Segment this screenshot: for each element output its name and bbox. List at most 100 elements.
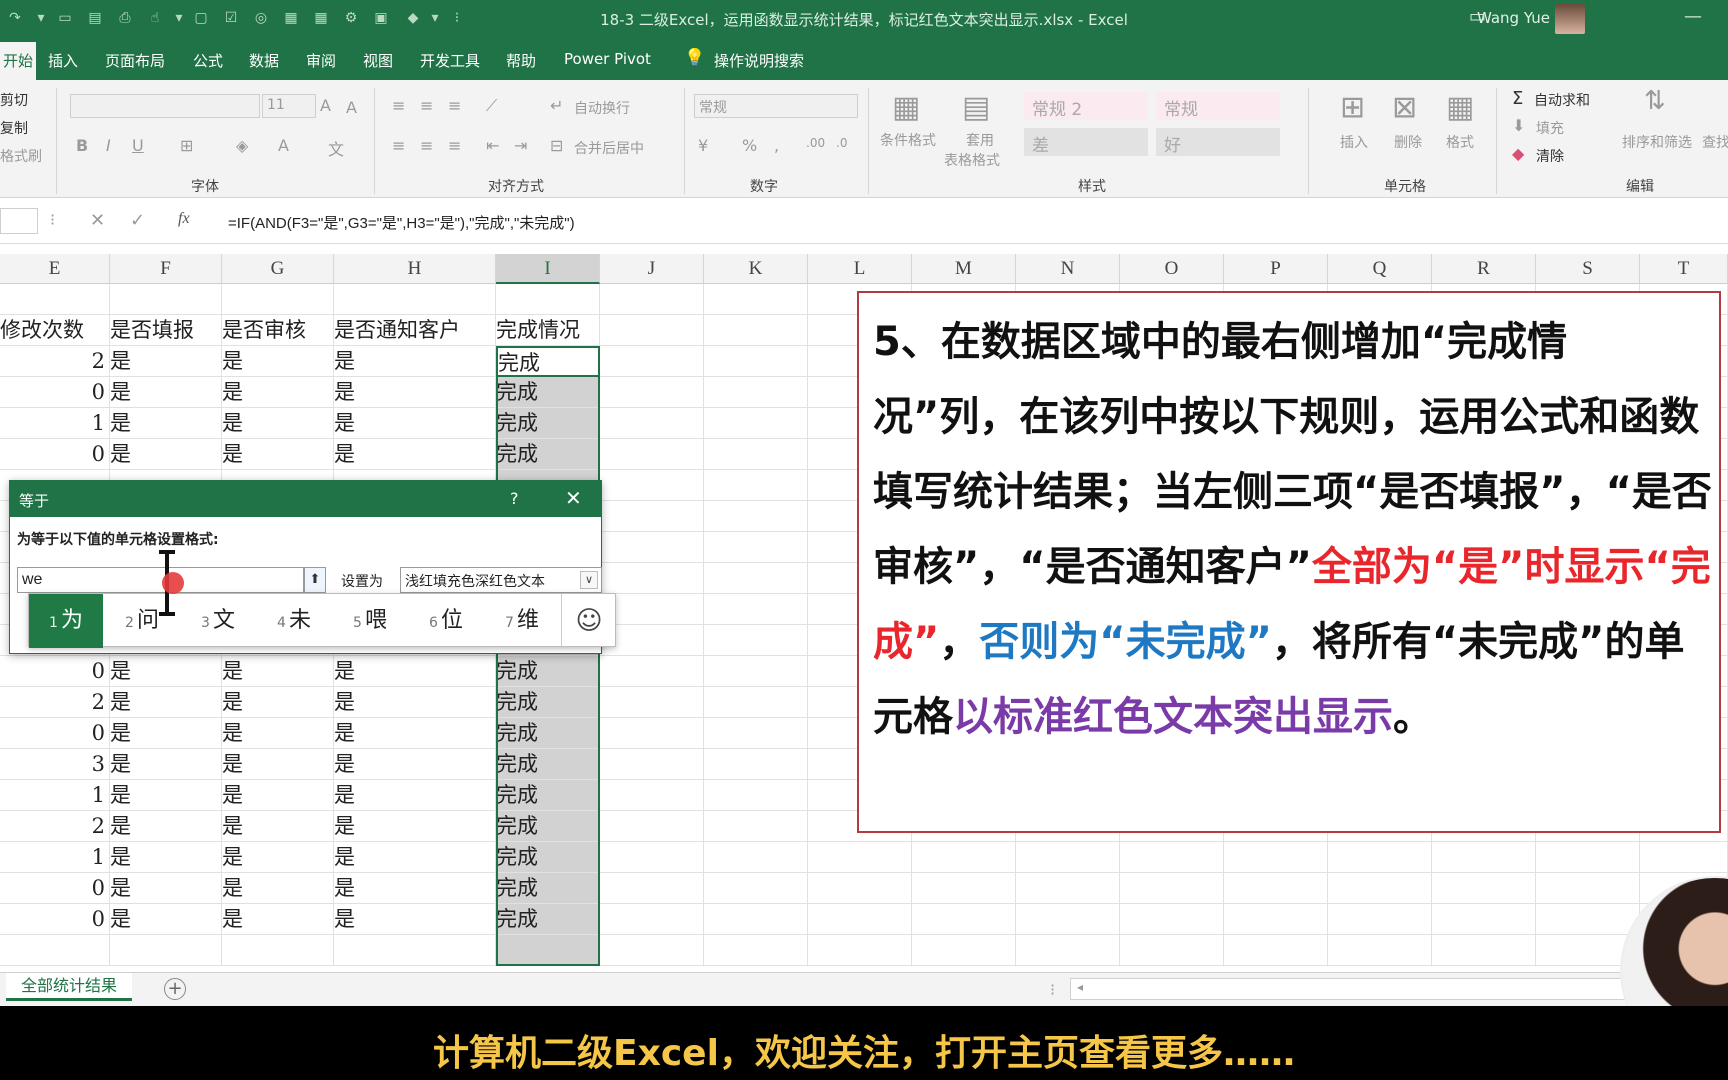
grid-cell[interactable] (1120, 935, 1224, 966)
table-cell-g[interactable]: 是 (222, 780, 334, 811)
grid-cell[interactable] (704, 656, 808, 687)
table-cell-i[interactable]: 完成 (496, 687, 600, 718)
column-header-i[interactable]: I (496, 254, 600, 284)
collapse-dialog-icon[interactable]: ⬆ (304, 567, 326, 593)
grid-cell[interactable] (704, 501, 808, 532)
grid-cell[interactable] (808, 842, 912, 873)
column-header-f[interactable]: F (110, 254, 222, 284)
grid-cell[interactable] (704, 594, 808, 625)
delete-cells-icon[interactable]: ⊠ (1392, 90, 1417, 125)
ribbon-display-icon[interactable]: ▭ (1469, 6, 1486, 27)
table-cell-f[interactable]: 是 (110, 780, 222, 811)
table-cell-g[interactable]: 是 (222, 811, 334, 842)
format-cells-icon[interactable]: ▦ (1446, 90, 1474, 125)
table-cell-e[interactable]: 2 (0, 811, 110, 842)
add-sheet-icon[interactable]: + (164, 978, 186, 1000)
table-cell-f[interactable]: 是 (110, 873, 222, 904)
tab-power-pivot[interactable]: Power Pivot (564, 50, 651, 68)
table-cell-i[interactable]: 完成 (496, 439, 600, 470)
grid-cell[interactable] (1224, 842, 1328, 873)
ime-candidate[interactable]: 1为 (29, 594, 103, 648)
font-name-combo[interactable] (70, 94, 260, 118)
close-icon[interactable]: ✕ (565, 486, 582, 510)
table-cell-e[interactable]: 0 (0, 718, 110, 749)
style-bad[interactable]: 差 (1024, 128, 1148, 156)
fill-button[interactable]: 填充 (1536, 118, 1564, 138)
table-cell-h[interactable]: 是 (334, 439, 496, 470)
tab-developer[interactable]: 开发工具 (420, 50, 480, 71)
grid-cell[interactable] (600, 718, 704, 749)
wrap-text-icon[interactable]: ↵ (550, 96, 563, 115)
grid-cell[interactable] (704, 408, 808, 439)
grid-cell[interactable] (496, 284, 600, 315)
grid-cell[interactable] (1328, 873, 1432, 904)
table-cell-i[interactable]: 完成 (496, 904, 600, 935)
conditional-format-button[interactable]: 条件格式 (880, 130, 936, 150)
column-title-f[interactable]: 是否填报 (110, 315, 222, 346)
table-cell-i[interactable]: 完成 (496, 656, 600, 687)
grid-cell[interactable] (222, 284, 334, 315)
bold-icon[interactable]: B (76, 136, 88, 155)
style-good[interactable]: 好 (1156, 128, 1280, 156)
table-cell-g[interactable]: 是 (222, 377, 334, 408)
tab-insert[interactable]: 插入 (48, 50, 78, 71)
column-header-k[interactable]: K (704, 254, 808, 284)
percent-icon[interactable]: % (742, 136, 757, 155)
grid-cell[interactable] (1640, 842, 1728, 873)
table-cell-e[interactable]: 1 (0, 780, 110, 811)
grid-cell[interactable] (704, 780, 808, 811)
table-cell-h[interactable]: 是 (334, 811, 496, 842)
table-cell-g[interactable]: 是 (222, 904, 334, 935)
fill-icon[interactable]: ⬇ (1512, 116, 1525, 135)
grid-cell[interactable] (600, 377, 704, 408)
table-cell-e[interactable]: 2 (0, 687, 110, 718)
grid-cell[interactable] (1224, 904, 1328, 935)
table-cell-h[interactable]: 是 (334, 873, 496, 904)
grid-cell[interactable] (1432, 873, 1536, 904)
font-size-combo[interactable]: 11 (262, 94, 316, 118)
column-header-g[interactable]: G (222, 254, 334, 284)
formula-input[interactable]: =IF(AND(F3="是",G3="是",H3="是"),"完成","未完成"… (228, 212, 575, 233)
grid-cell[interactable] (704, 842, 808, 873)
table-cell-i[interactable]: 完成 (496, 749, 600, 780)
grid-cell[interactable] (704, 904, 808, 935)
merge-center-button[interactable]: 合并后居中 (574, 138, 644, 158)
grid-cell[interactable] (912, 904, 1016, 935)
grid-cell[interactable] (600, 439, 704, 470)
style-normal[interactable]: 常规 (1156, 92, 1280, 120)
table-cell-h[interactable]: 是 (334, 687, 496, 718)
grid-cell[interactable] (704, 532, 808, 563)
tab-data[interactable]: 数据 (249, 50, 279, 71)
column-header-s[interactable]: S (1536, 254, 1640, 284)
table-cell-g[interactable]: 是 (222, 408, 334, 439)
table-cell-g[interactable]: 是 (222, 842, 334, 873)
grid-cell[interactable] (808, 935, 912, 966)
table-cell-i[interactable]: 完成 (496, 780, 600, 811)
grid-cell[interactable] (1120, 842, 1224, 873)
grid-cell[interactable] (704, 315, 808, 346)
grid-cell[interactable] (600, 501, 704, 532)
insert-function-icon[interactable]: fx (178, 210, 190, 228)
namebox-expand-icon[interactable]: ⁝ (50, 210, 55, 229)
shrink-font-icon[interactable]: A (346, 98, 357, 117)
sheet-tab[interactable]: 全部统计结果 (6, 973, 132, 1001)
table-cell-e[interactable]: 1 (0, 842, 110, 873)
table-cell-f[interactable]: 是 (110, 842, 222, 873)
grid-cell[interactable] (912, 842, 1016, 873)
table-cell-f[interactable]: 是 (110, 718, 222, 749)
column-header-p[interactable]: P (1224, 254, 1328, 284)
table-cell-i[interactable]: 完成 (496, 718, 600, 749)
grid-cell[interactable] (600, 811, 704, 842)
grid-cell[interactable] (704, 377, 808, 408)
autosum-button[interactable]: 自动求和 (1534, 90, 1590, 110)
grid-cell[interactable] (1536, 904, 1640, 935)
table-cell-f[interactable]: 是 (110, 408, 222, 439)
grid-cell[interactable] (1016, 904, 1120, 935)
grid-cell[interactable] (600, 315, 704, 346)
table-cell-h[interactable]: 是 (334, 749, 496, 780)
table-cell-e[interactable]: 1 (0, 408, 110, 439)
avatar[interactable] (1555, 4, 1585, 34)
table-cell-g[interactable]: 是 (222, 873, 334, 904)
column-header-o[interactable]: O (1120, 254, 1224, 284)
increase-indent-icon[interactable]: ⇥ (514, 136, 527, 155)
